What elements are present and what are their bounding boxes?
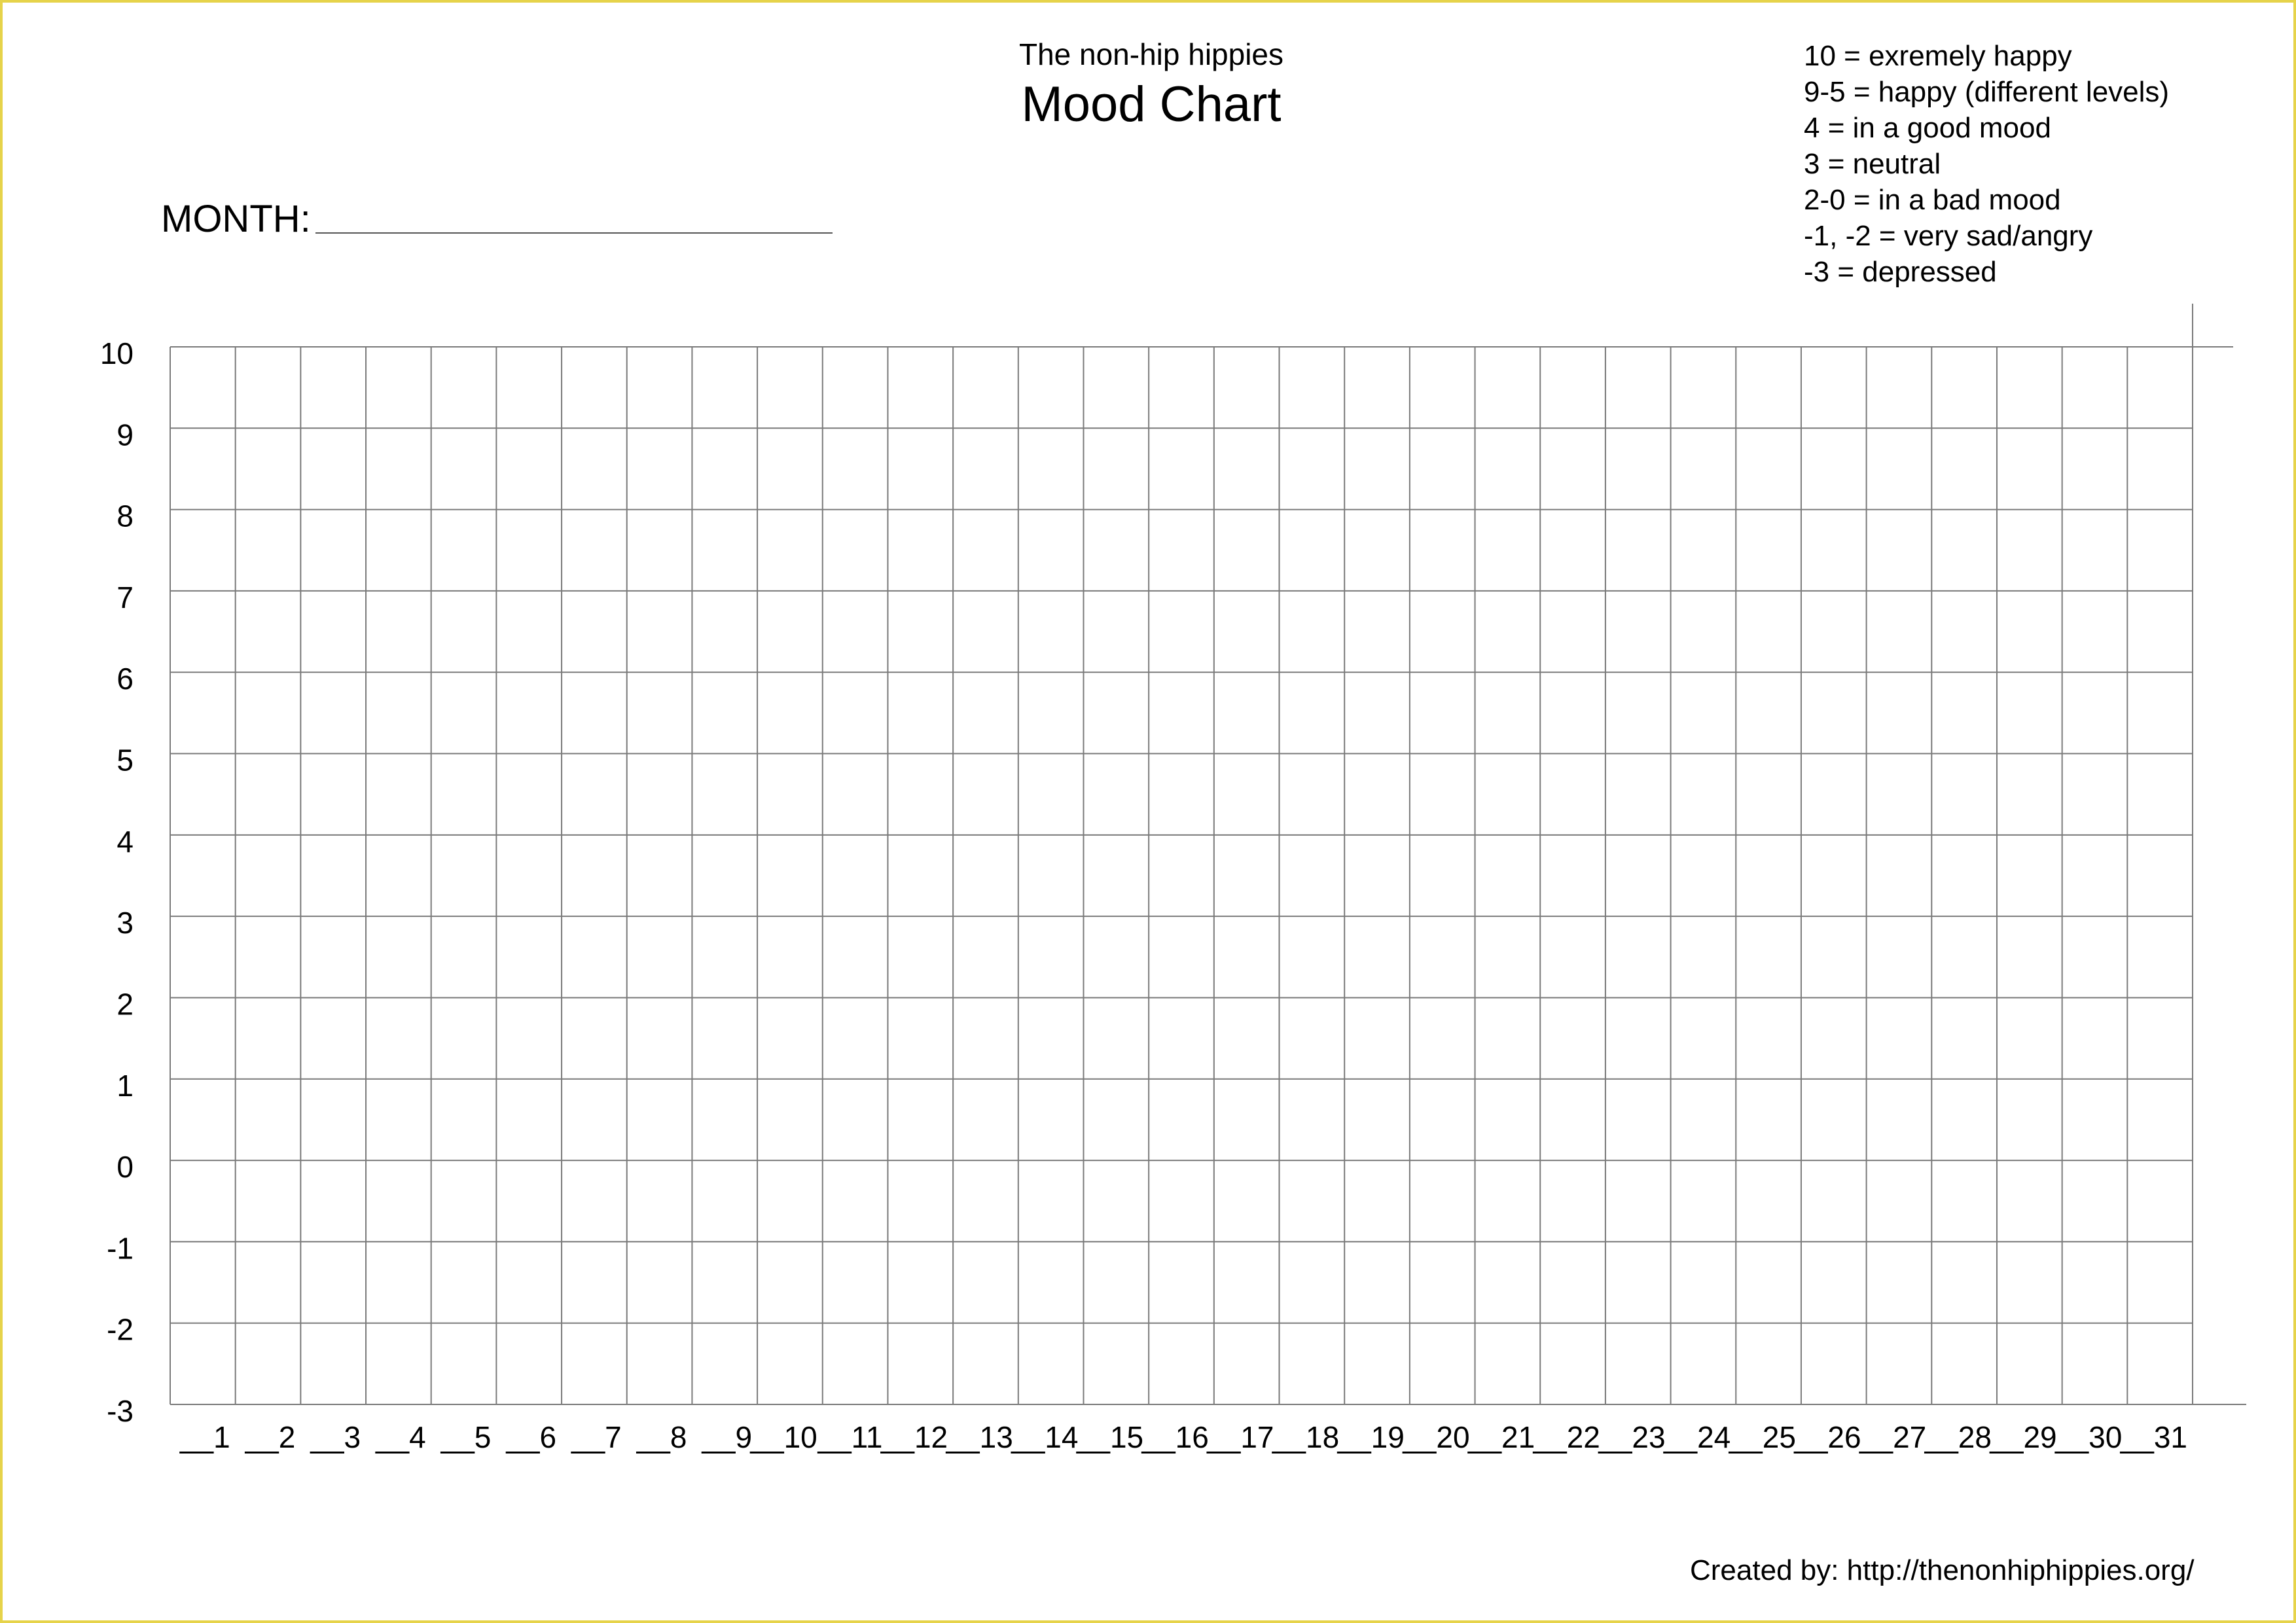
- y-tick-label: 10: [100, 336, 134, 370]
- x-tick-label: __22: [1533, 1420, 1600, 1454]
- x-tick-label: __12: [880, 1420, 948, 1454]
- y-tick-label: 4: [117, 825, 134, 859]
- x-tick-label: __6: [505, 1420, 556, 1454]
- y-tick-label: 0: [117, 1150, 134, 1184]
- y-tick-label: -2: [107, 1313, 134, 1347]
- x-tick-label: __23: [1598, 1420, 1665, 1454]
- x-tick-label: __20: [1402, 1420, 1469, 1454]
- x-tick-label: __1: [179, 1420, 230, 1454]
- x-tick-label: __5: [440, 1420, 492, 1454]
- y-tick-label: 9: [117, 418, 134, 452]
- x-tick-label: __29: [1989, 1420, 2056, 1454]
- y-tick-label: 3: [117, 906, 134, 940]
- mood-grid: 109876543210-1-2-3__1 __2 __3 __4 __5 __6 __7 _…: [100, 304, 2246, 1454]
- x-tick-label: __17: [1206, 1420, 1274, 1454]
- x-tick-label: __2: [245, 1420, 296, 1454]
- x-tick-label: __11: [817, 1420, 883, 1454]
- x-tick-label: __28: [1924, 1420, 1992, 1454]
- x-tick-label: __16: [1141, 1420, 1208, 1454]
- y-tick-label: 2: [117, 987, 134, 1021]
- y-tick-label: 7: [117, 580, 134, 615]
- y-tick-label: 5: [117, 743, 134, 777]
- footer-credit: Created by: http://thenonhiphippies.org/: [1690, 1554, 2195, 1586]
- x-tick-label: __8: [636, 1420, 687, 1454]
- mood-chart-page: The non-hip hippies Mood Chart MONTH: 10…: [0, 0, 2296, 1623]
- x-tick-label: __3: [310, 1420, 361, 1454]
- x-tick-label: __13: [945, 1420, 1013, 1454]
- x-tick-label: __7: [571, 1420, 622, 1454]
- x-tick-label: __21: [1467, 1420, 1535, 1454]
- x-tick-label: __4: [375, 1420, 426, 1454]
- x-tick-label: __10: [749, 1420, 817, 1454]
- x-tick-label: __9: [701, 1420, 752, 1454]
- y-tick-label: 8: [117, 499, 134, 533]
- y-tick-label: 6: [117, 662, 134, 696]
- x-tick-label: __27: [1859, 1420, 1926, 1454]
- x-tick-label: __30: [2054, 1420, 2122, 1454]
- y-tick-label: -3: [107, 1394, 134, 1428]
- x-tick-label: __18: [1272, 1420, 1339, 1454]
- x-tick-label: __14: [1011, 1420, 1078, 1454]
- x-tick-label: __31: [2120, 1420, 2187, 1454]
- x-tick-label: __26: [1793, 1420, 1861, 1454]
- x-tick-label: __19: [1337, 1420, 1405, 1454]
- x-tick-label: __15: [1076, 1420, 1143, 1454]
- y-tick-label: -1: [107, 1231, 134, 1265]
- x-tick-label: __25: [1729, 1420, 1796, 1454]
- y-tick-label: 1: [117, 1069, 134, 1103]
- x-tick-label: __24: [1663, 1420, 1731, 1454]
